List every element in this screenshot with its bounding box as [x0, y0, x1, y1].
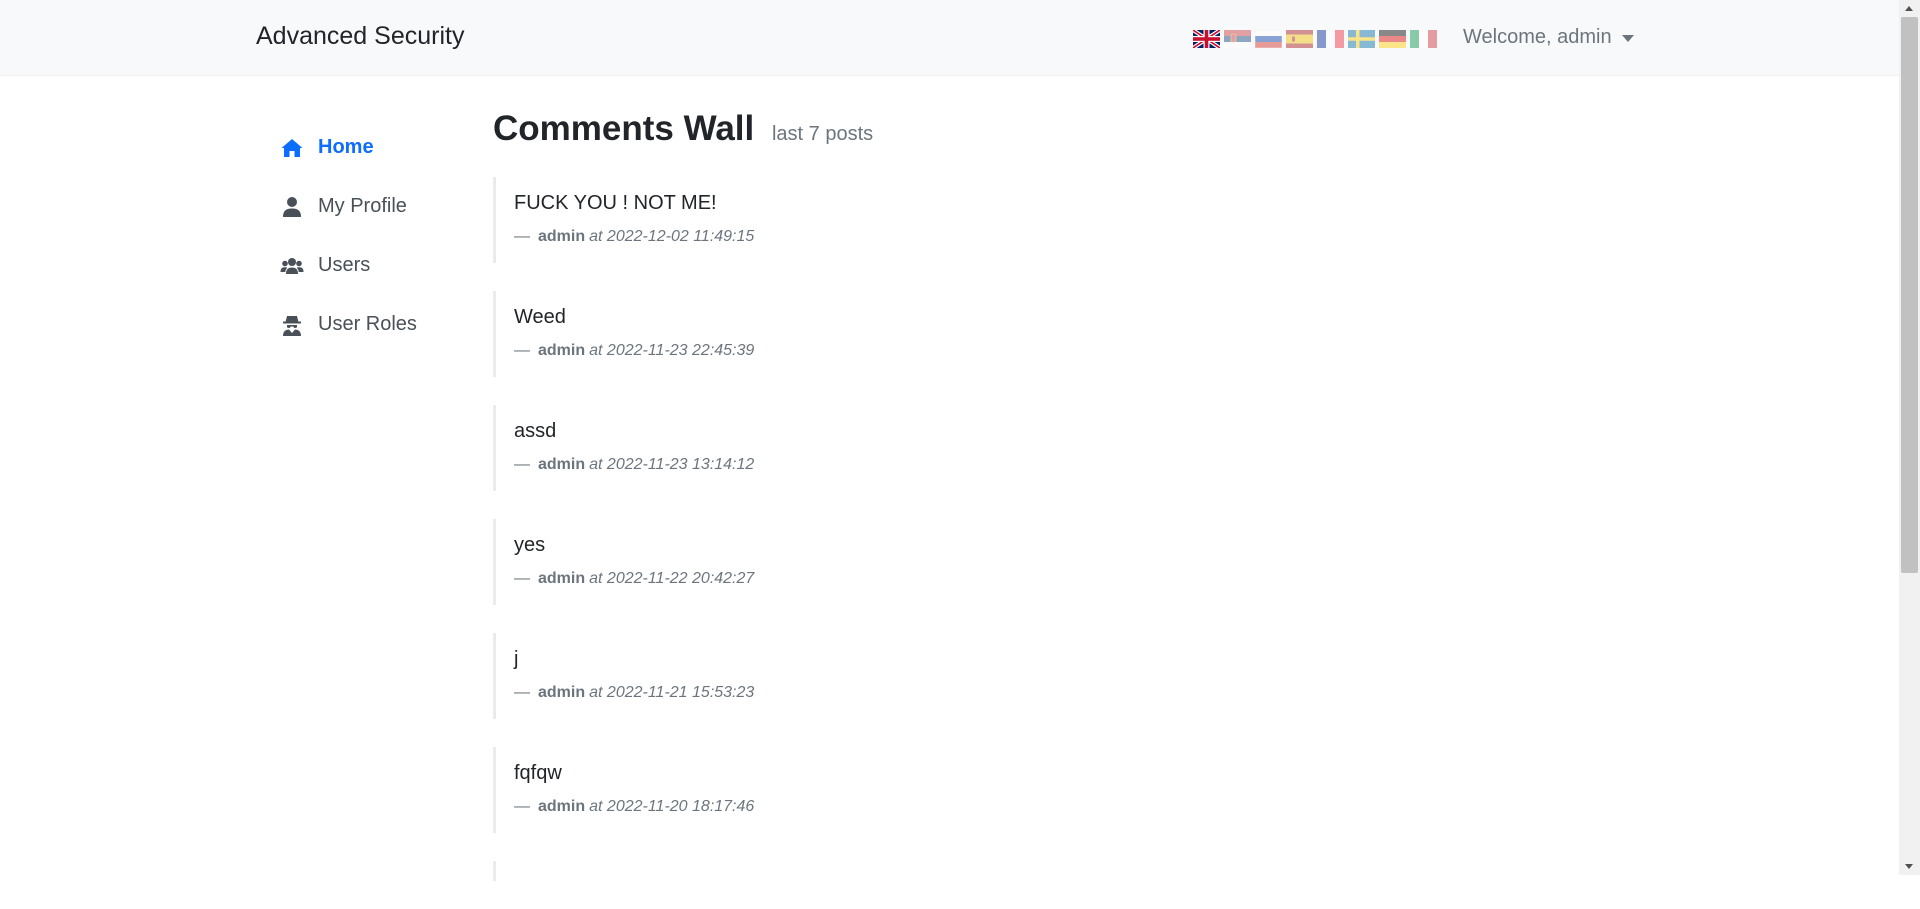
comment-dash: — — [514, 684, 530, 701]
comment-meta: — admin at 2022-11-23 22:45:39 — [514, 341, 1793, 361]
sidebar-item-my-profile[interactable]: My Profile — [280, 177, 480, 236]
comment-post: j — admin at 2022-11-21 15:53:23 — [493, 633, 1793, 719]
comment-post: yes — admin at 2022-11-22 20:42:27 — [493, 519, 1793, 605]
serbia-flag-icon[interactable] — [1224, 30, 1251, 48]
comment-text: assd — [514, 420, 557, 442]
user-menu-toggle[interactable]: Welcome, admin — [1463, 26, 1634, 49]
sidebar-item-users[interactable]: Users — [280, 236, 480, 295]
comment-meta: — admin at 2022-11-20 18:17:46 — [514, 797, 1793, 817]
comment-timestamp: at 2022-11-20 18:17:46 — [589, 798, 755, 815]
comment-dash: — — [514, 570, 530, 587]
sidebar-item-label: User Roles — [318, 313, 417, 335]
comment-meta: — admin at 2022-11-21 15:53:23 — [514, 683, 1793, 703]
sidebar-item-label: Home — [318, 136, 374, 158]
sidebar: Home My Profile Users User Roles — [280, 118, 480, 354]
vertical-scrollbar[interactable] — [1899, 0, 1920, 875]
sidebar-item-user-roles[interactable]: User Roles — [280, 295, 480, 354]
language-flags — [1193, 30, 1437, 48]
comment-text: j — [514, 648, 519, 670]
russia-flag-icon[interactable] — [1255, 30, 1282, 48]
scroll-down-icon[interactable] — [1905, 864, 1913, 869]
spain-flag-icon[interactable] — [1286, 30, 1313, 48]
comment-post: FUCK YOU ! NOT ME! — admin at 2022-12-02 1… — [493, 177, 1793, 263]
comment-dash: — — [514, 798, 530, 815]
comment-text: Weed — [514, 306, 566, 328]
comment-dash: — — [514, 456, 530, 473]
welcome-label: Welcome, admin — [1463, 26, 1612, 48]
caret-down-icon — [1621, 35, 1634, 42]
scrollbar-thumb[interactable] — [1901, 17, 1918, 573]
sidebar-item-home[interactable]: Home — [280, 118, 480, 177]
comment-dash: — — [514, 342, 530, 359]
home-icon — [280, 136, 304, 160]
comment-author: admin — [538, 228, 586, 245]
comment-timestamp: at 2022-12-02 11:49:15 — [589, 228, 755, 245]
user-secret-icon — [280, 313, 304, 337]
comment-timestamp: at 2022-11-22 20:42:27 — [589, 570, 755, 587]
comments-list: FUCK YOU ! NOT ME! — admin at 2022-12-02 1… — [493, 177, 1793, 909]
comment-author: admin — [538, 570, 586, 587]
comment-author: admin — [538, 342, 586, 359]
sidebar-item-label: Users — [318, 254, 371, 276]
comment-timestamp: at 2022-11-23 22:45:39 — [589, 342, 755, 359]
top-navbar: Advanced Security Welcome, admin — [0, 0, 1899, 76]
comment-meta: — admin at 2022-11-22 20:42:27 — [514, 569, 1793, 589]
comment-text: fqfqw — [514, 762, 562, 784]
user-icon — [280, 195, 304, 219]
comment-meta: — admin at 2022-12-02 11:49:15 — [514, 227, 1793, 247]
scroll-up-icon[interactable] — [1905, 6, 1913, 11]
comment-timestamp: at 2022-11-23 13:14:12 — [589, 456, 755, 473]
italy-flag-icon[interactable] — [1410, 30, 1437, 48]
comment-author: admin — [538, 456, 586, 473]
comment-post-partial — [493, 861, 1793, 881]
users-icon — [280, 254, 304, 278]
page-title-text: Comments Wall — [493, 109, 755, 148]
main-content: Comments Wall last 7 posts FUCK YOU ! NO… — [493, 105, 1793, 881]
comment-dash: — — [514, 228, 530, 245]
sweden-flag-icon[interactable] — [1348, 30, 1375, 48]
comment-text: FUCK YOU ! NOT ME! — [514, 192, 717, 214]
germany-flag-icon[interactable] — [1379, 30, 1406, 48]
france-flag-icon[interactable] — [1317, 30, 1344, 48]
comment-author: admin — [538, 798, 586, 815]
comment-post: assd — admin at 2022-11-23 13:14:12 — [493, 405, 1793, 491]
sidebar-item-label: My Profile — [318, 195, 407, 217]
comment-post: Weed — admin at 2022-11-23 22:45:39 — [493, 291, 1793, 377]
comment-text: yes — [514, 534, 546, 556]
comment-meta: — admin at 2022-11-23 13:14:12 — [514, 455, 1793, 475]
comment-author: admin — [538, 684, 586, 701]
comment-timestamp: at 2022-11-21 15:53:23 — [589, 684, 755, 701]
page-title: Comments Wall last 7 posts — [493, 105, 1793, 158]
brand-link[interactable]: Advanced Security — [256, 22, 464, 51]
comment-post: fqfqw — admin at 2022-11-20 18:17:46 — [493, 747, 1793, 833]
uk-flag-icon[interactable] — [1193, 30, 1220, 48]
page-subtitle: last 7 posts — [771, 123, 874, 145]
